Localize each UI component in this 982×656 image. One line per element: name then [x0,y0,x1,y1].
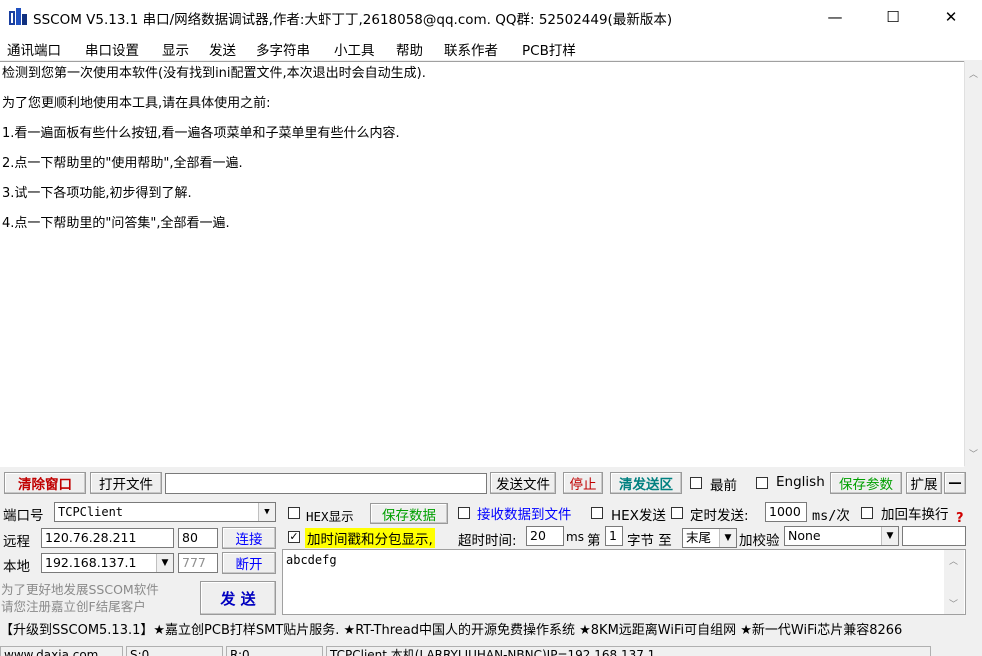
menu-serial-settings[interactable]: 串口设置 [85,39,139,59]
local-ip-value: 192.168.137.1 [45,555,137,570]
title-bar: SSCOM V5.13.1 串口/网络数据调试器,作者:大虾丁丁,2618058… [0,0,982,34]
chevron-down-icon[interactable]: ▼ [719,529,736,547]
receive-line: 为了您更顺利地使用本工具,请在具体使用之前: [2,96,271,111]
scroll-up-icon[interactable]: ︿ [949,554,958,567]
save-params-button[interactable]: 保存参数 [830,472,902,494]
topmost-checkbox[interactable] [690,477,702,489]
checksum-value: None [788,528,821,543]
menu-pcb-proto[interactable]: PCB打样 [522,39,576,59]
clear-window-button[interactable]: 清除窗口 [4,472,86,494]
checksum-extra-field[interactable] [902,526,966,546]
send-text: abcdefg [286,553,337,567]
file-path-field[interactable] [165,473,487,494]
timeout-field[interactable]: 20 [526,526,564,546]
english-checkbox[interactable] [756,477,768,489]
window-title: SSCOM V5.13.1 串口/网络数据调试器,作者:大虾丁丁,2618058… [33,12,673,28]
menu-help[interactable]: 帮助 [396,39,423,59]
clear-send-button[interactable]: 清发送区 [610,472,682,494]
interval-field[interactable]: 1000 [765,502,807,522]
remote-label: 远程 [3,534,30,550]
port-label: 端口号 [3,508,44,524]
status-connection-info: TCPClient 本机(LARRYLIUHAN-NBNC)IP=192.168… [326,646,931,656]
byte-prefix-label: 第 [587,533,601,549]
checksum-label: 加校验 [739,533,780,549]
menu-contact-author[interactable]: 联系作者 [444,39,498,59]
promo-text[interactable]: 为了更好地发展SSCOM软件 请您注册嘉立创F结尾客户 [1,581,197,615]
status-bar: www.daxia.com S:0 R:0 TCPClient 本机(LARRY… [0,645,982,656]
connect-button[interactable]: 连接 [222,527,276,549]
menu-multi-string[interactable]: 多字符串 [256,39,310,59]
port-value: TCPClient [58,505,124,519]
app-icon [9,8,27,25]
minimize-button[interactable]: — [806,0,864,34]
interval-unit-label: ms/次 [812,508,850,524]
byte-to-label: 字节 至 [627,533,672,549]
local-ip-select[interactable]: 192.168.137.1 ▼ [41,553,174,573]
scroll-up-icon[interactable]: ︿ [969,67,978,80]
local-label: 本地 [3,559,30,575]
menu-display[interactable]: 显示 [162,39,189,59]
stop-button[interactable]: 停止 [563,472,603,494]
save-data-button[interactable]: 保存数据 [370,503,448,524]
chevron-down-icon[interactable]: ▼ [881,527,898,545]
disconnect-button[interactable]: 断开 [222,552,276,574]
status-sent-count: S:0 [126,646,223,656]
byte-start-field[interactable]: 1 [605,526,623,546]
add-crlf-checkbox[interactable] [861,507,873,519]
send-textarea[interactable]: abcdefg [282,549,966,615]
receive-line: 3.试一下各项功能,初步得到了解. [2,186,192,201]
open-file-button[interactable]: 打开文件 [90,472,162,494]
receive-line: 1.看一遍面板有些什么按钮,看一遍各项菜单和子菜单里有些什么内容. [2,126,400,141]
close-button[interactable]: ✕ [922,0,980,34]
help-question-icon[interactable]: ? [956,511,964,526]
hex-display-label: HEX显示 [306,509,354,524]
receive-line: 检测到您第一次使用本软件(没有找到ini配置文件,本次退出时会自动生成). [2,66,426,81]
send-button[interactable]: 发 送 [200,581,276,615]
hex-send-label: HEX发送 [611,508,666,524]
receive-scrollbar[interactable]: ︿ ﹀ [964,61,982,466]
status-received-count: R:0 [226,646,323,656]
menu-send[interactable]: 发送 [209,39,236,59]
expand-button[interactable]: 扩展 [906,472,942,494]
add-crlf-label: 加回车换行 [881,507,949,523]
timed-send-label: 定时发送: [690,508,749,524]
recv-to-file-checkbox[interactable] [458,507,470,519]
scroll-down-icon[interactable]: ﹀ [949,597,958,610]
receive-line: 4.点一下帮助里的"问答集",全部看一遍. [2,216,230,231]
chevron-down-icon[interactable]: ▼ [258,503,275,521]
timestamp-label: 加时间戳和分包显示, [305,528,435,548]
status-website[interactable]: www.daxia.com [0,646,123,656]
chevron-down-icon[interactable]: ▼ [156,554,173,572]
receive-area[interactable]: 检测到您第一次使用本软件(没有找到ini配置文件,本次退出时会自动生成). 为了… [0,61,964,467]
collapse-button[interactable]: — [944,472,966,494]
receive-line: 2.点一下帮助里的"使用帮助",全部看一遍. [2,156,243,171]
remote-port-field[interactable]: 80 [178,528,218,548]
hex-send-checkbox[interactable] [591,507,603,519]
menu-tools[interactable]: 小工具 [334,39,375,59]
menu-bar: 通讯端口 串口设置 显示 发送 多字符串 小工具 帮助 联系作者 PCB打样 [0,34,982,60]
send-file-button[interactable]: 发送文件 [490,472,556,494]
send-scrollbar[interactable]: ︿ ﹀ [944,550,964,614]
timeout-label: 超时时间: [458,533,517,549]
timestamp-checkbox[interactable]: ✓ [288,531,300,543]
menu-comm-port[interactable]: 通讯端口 [7,39,61,59]
english-label: English [776,474,825,490]
news-ticker[interactable]: 【升级到SSCOM5.13.1】★嘉立创PCB打样SMT贴片服务. ★RT-Th… [0,619,982,643]
timeout-unit-label: ms [566,530,584,544]
recv-to-file-label: 接收数据到文件 [477,507,572,523]
timed-send-checkbox[interactable] [671,507,683,519]
local-port-field[interactable]: 777 [178,553,218,573]
hex-display-checkbox[interactable] [288,507,300,519]
remote-ip-field[interactable]: 120.76.28.211 [41,528,174,548]
scroll-down-icon[interactable]: ﹀ [969,447,978,460]
topmost-label: 最前 [710,478,737,494]
maximize-button[interactable]: ☐ [864,0,922,34]
port-select[interactable]: TCPClient ▼ [54,502,276,522]
checksum-select[interactable]: None ▼ [784,526,899,546]
byte-end-value: 末尾 [686,530,712,545]
byte-end-select[interactable]: 末尾 ▼ [682,528,737,548]
